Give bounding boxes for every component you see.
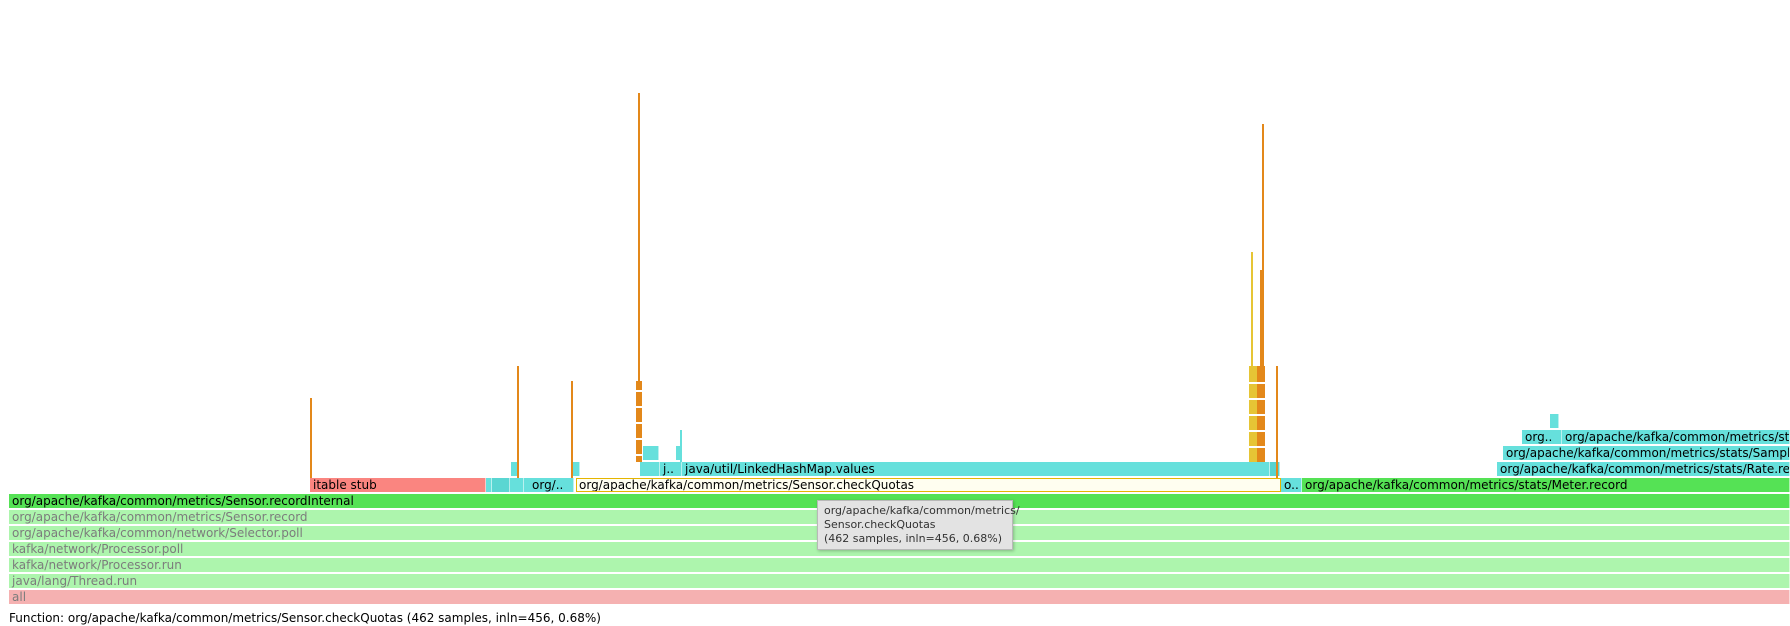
tooltip-line-2: Sensor.checkQuotas [824,518,936,531]
tooltip-line-3: (462 samples, inln=456, 0.68%) [824,532,1002,545]
tower-mid[interactable] [680,430,682,462]
tower-itable[interactable] [310,398,312,478]
tower-checkquotas-left[interactable] [636,93,642,462]
frame-tooltip: org/apache/kafka/common/metrics/ Sensor.… [817,500,1020,550]
tower-teal-1[interactable] [517,366,519,478]
tower-checkquotas-right[interactable] [1249,124,1278,478]
tower-teal-2[interactable] [571,381,573,478]
status-function: Function: org/apache/kafka/common/metric… [9,611,601,625]
tooltip-line-1: org/apache/kafka/common/metrics/ [824,504,1020,517]
